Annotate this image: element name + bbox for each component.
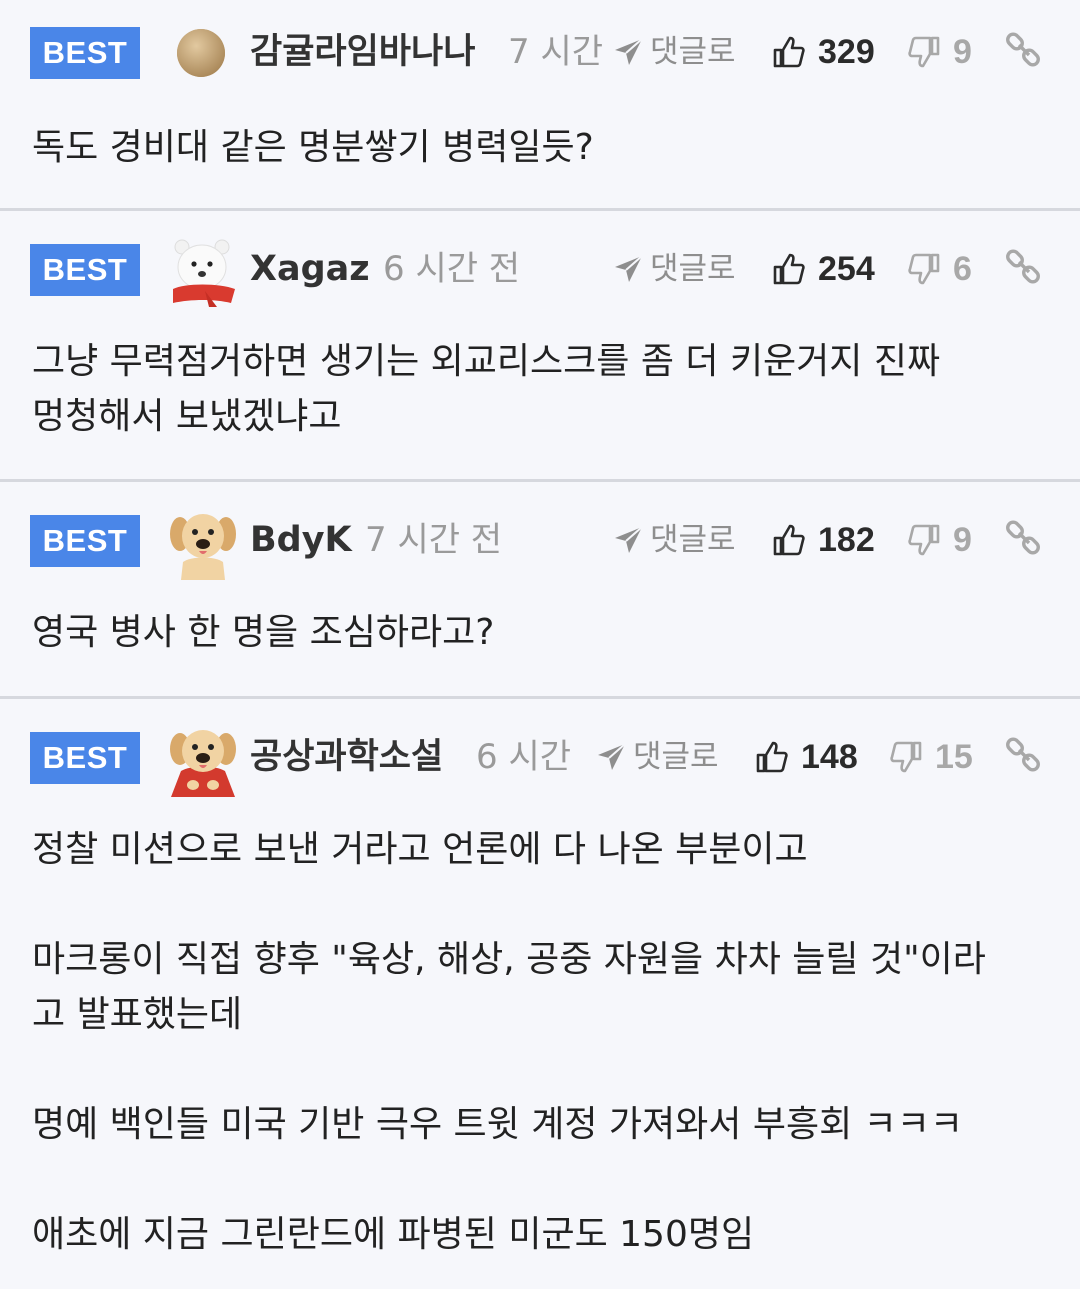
comment-item: BEST 공상과학소설 6 시간 댓글로 148 15 정찰 미션으로 보낸 거… (0, 699, 1080, 1289)
dislike-button[interactable]: 6 (907, 247, 972, 291)
reply-button[interactable]: 댓글로 (595, 735, 719, 779)
thumbs-up-icon (772, 253, 806, 285)
like-count: 329 (818, 33, 875, 71)
comment-body: 정찰 미션으로 보낸 거라고 언론에 다 나온 부분이고 마크롱이 직접 향후 … (32, 822, 1052, 1262)
thumbs-up-icon (772, 36, 806, 68)
reply-button[interactable]: 댓글로 (612, 247, 736, 291)
comment-time: 6 시간 (476, 737, 571, 777)
like-button[interactable]: 254 (772, 247, 875, 291)
comment-item: BEST 감귤라임바나나 7 시간 댓글로 329 9 독도 경비대 같은 명분… (0, 0, 1080, 210)
dislike-button[interactable]: 9 (907, 518, 972, 562)
comment-text-line: 영국 병사 한 명을 조심하라고? (32, 612, 495, 653)
best-badge: BEST (30, 244, 140, 296)
comment-nickname[interactable]: 공상과학소설 (250, 735, 443, 779)
comment-nickname[interactable]: 감귤라임바나나 (250, 30, 475, 74)
send-arrow-icon (612, 251, 650, 287)
comment-body: 독도 경비대 같은 명분쌓기 병력일듯? (32, 120, 1052, 175)
comment-time: 7 시간 (508, 32, 603, 72)
comment-text-line: 명예 백인들 미국 기반 극우 트윗 계정 가져와서 부흥회 ㅋㅋㅋ (32, 1104, 963, 1145)
comment-header: BEST BdyK 7 시간 전 댓글로 182 9 (0, 510, 1080, 580)
like-button[interactable]: 182 (772, 518, 875, 562)
send-arrow-icon (612, 522, 650, 558)
comment-time: 7 시간 전 (365, 520, 503, 560)
link-icon[interactable] (1004, 30, 1044, 74)
like-count: 254 (818, 250, 875, 288)
white-bear-avatar[interactable] (165, 233, 241, 309)
reply-label: 댓글로 (650, 522, 736, 558)
comment-text-line: 정찰 미션으로 보낸 거라고 언론에 다 나온 부분이고 (32, 829, 808, 870)
puppy-avatar[interactable] (165, 504, 241, 580)
link-icon[interactable] (1004, 735, 1044, 779)
tan-circle-avatar[interactable] (165, 15, 241, 91)
comment-nickname[interactable]: BdyK (250, 518, 352, 562)
comment-body: 영국 병사 한 명을 조심하라고? (32, 605, 1052, 660)
reply-label: 댓글로 (650, 251, 736, 287)
dislike-count: 9 (953, 521, 972, 559)
best-badge: BEST (30, 27, 140, 79)
reply-label: 댓글로 (650, 34, 736, 70)
comment-time: 6 시간 전 (383, 249, 521, 289)
dislike-count: 6 (953, 250, 972, 288)
thumbs-down-icon (889, 741, 923, 773)
comment-text-line: 마크롱이 직접 향후 "육상, 해상, 공중 자원을 차차 늘릴 것"이라 (32, 939, 986, 980)
dislike-count: 15 (935, 738, 973, 776)
comment-header: BEST 감귤라임바나나 7 시간 댓글로 329 9 (0, 22, 1080, 82)
reply-label: 댓글로 (633, 739, 719, 775)
thumbs-down-icon (907, 524, 941, 556)
best-badge: BEST (30, 732, 140, 784)
reply-button[interactable]: 댓글로 (612, 518, 736, 562)
like-button[interactable]: 148 (755, 735, 858, 779)
link-icon[interactable] (1004, 247, 1044, 291)
send-arrow-icon (595, 739, 633, 775)
comment-text-line: 그냥 무력점거하면 생기는 외교리스크를 좀 더 키운거지 진짜 (32, 341, 941, 382)
comment-item: BEST BdyK 7 시간 전 댓글로 182 9 영국 병사 한 명을 조심… (0, 482, 1080, 697)
thumbs-up-icon (772, 524, 806, 556)
puppy-red-cape-avatar[interactable] (165, 721, 241, 797)
comment-text-line: 독도 경비대 같은 명분쌓기 병력일듯? (32, 127, 594, 168)
comment-text-line: 멍청해서 보냈겠냐고 (32, 396, 342, 437)
thumbs-down-icon (907, 253, 941, 285)
comment-text-line: 애초에 지금 그린란드에 파병된 미군도 150명임 (32, 1214, 755, 1255)
like-count: 148 (801, 738, 858, 776)
comment-header: BEST Xagaz 6 시간 전 댓글로 254 6 (0, 239, 1080, 307)
thumbs-up-icon (755, 741, 789, 773)
dislike-count: 9 (953, 33, 972, 71)
comment-item: BEST Xagaz 6 시간 전 댓글로 254 6 그냥 무력점거하면 생기… (0, 211, 1080, 481)
thumbs-down-icon (907, 36, 941, 68)
comment-text-line: 고 발표했는데 (32, 994, 243, 1035)
like-count: 182 (818, 521, 875, 559)
send-arrow-icon (612, 34, 650, 70)
dislike-button[interactable]: 15 (889, 735, 973, 779)
like-button[interactable]: 329 (772, 30, 875, 74)
dislike-button[interactable]: 9 (907, 30, 972, 74)
reply-button[interactable]: 댓글로 (612, 30, 736, 74)
comment-header: BEST 공상과학소설 6 시간 댓글로 148 15 (0, 727, 1080, 797)
comment-nickname[interactable]: Xagaz (250, 247, 370, 291)
comment-body: 그냥 무력점거하면 생기는 외교리스크를 좀 더 키운거지 진짜 멍청해서 보냈… (32, 334, 1052, 444)
best-badge: BEST (30, 515, 140, 567)
link-icon[interactable] (1004, 518, 1044, 562)
